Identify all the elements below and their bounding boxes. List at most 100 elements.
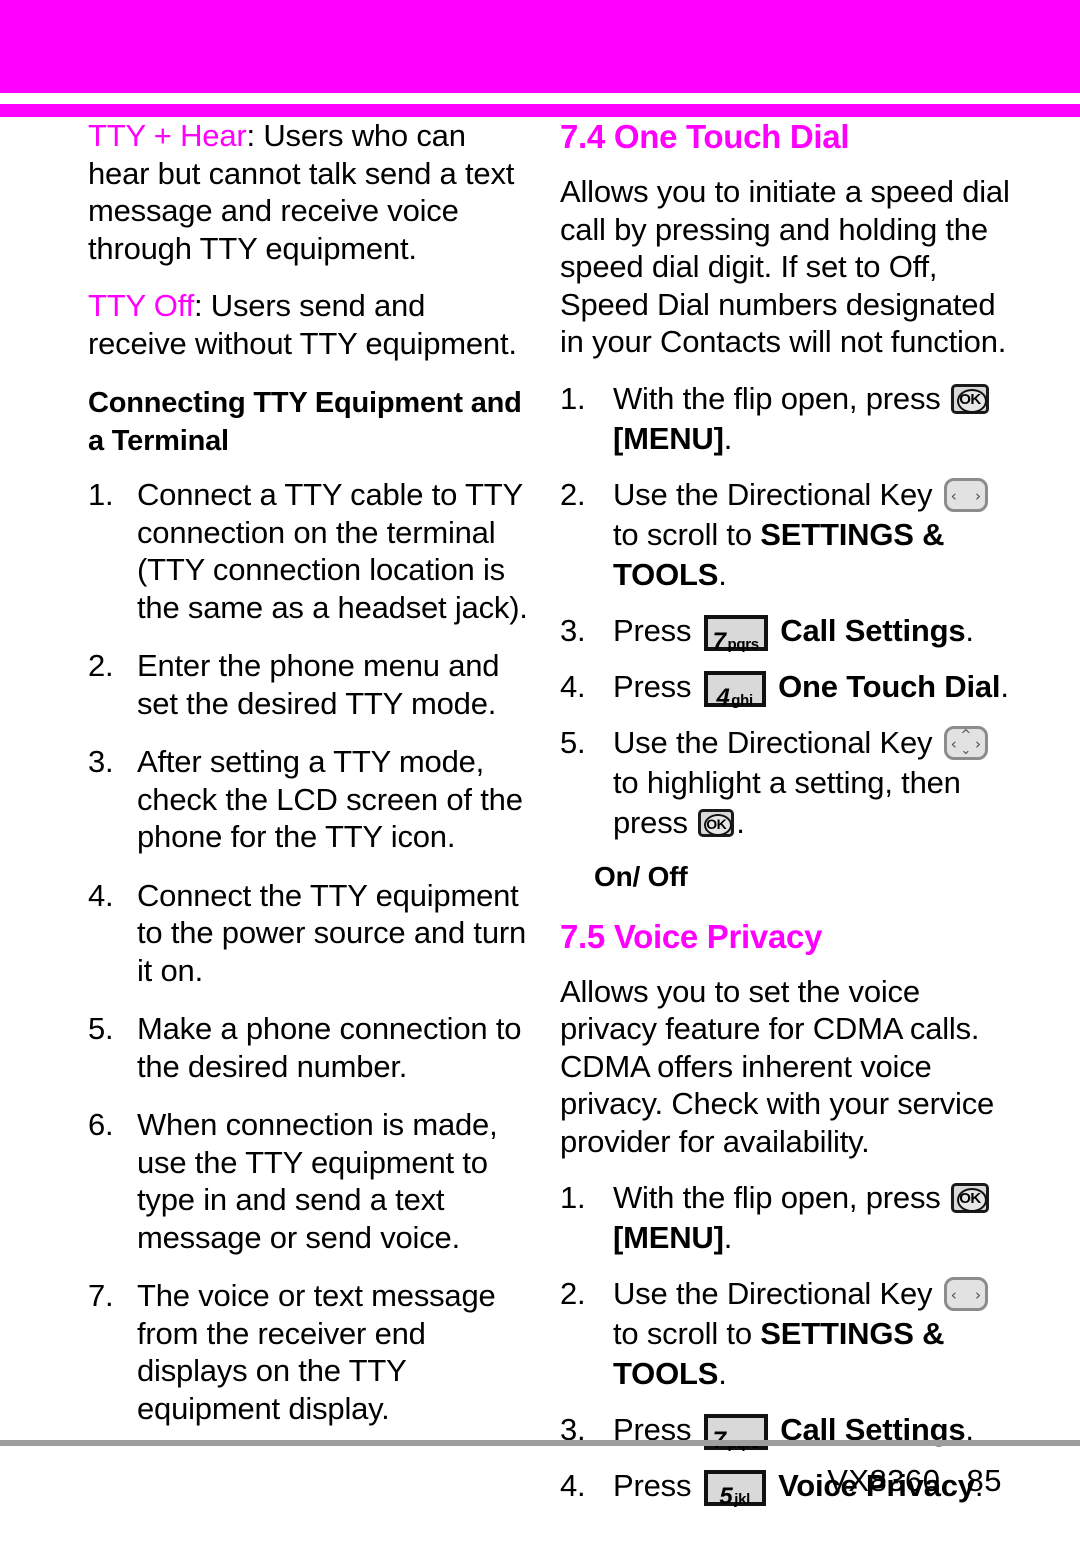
step-tail: . <box>736 804 745 840</box>
step-number: 1. <box>560 1180 586 1215</box>
step-number: 1. <box>560 380 586 416</box>
right-column: 7.4 One Touch Dial Allows you to initiat… <box>560 117 1010 1522</box>
chevron-down-icon: ⌄ <box>960 742 972 758</box>
voice-privacy-steps: 1. With the flip open, press OK [MENU]. 2… <box>560 1178 1010 1510</box>
step-text: Press <box>613 612 692 648</box>
directional-key-left-right-icon[interactable]: ‹ › <box>943 1277 988 1311</box>
step-text: Press <box>613 1468 692 1503</box>
step-text: When connection is made, use the TTY equ… <box>137 1107 498 1255</box>
list-item: 7. The voice or text message from the rec… <box>88 1277 528 1427</box>
header-accent-rule <box>0 104 1080 117</box>
numeric-key-digit: 7 <box>712 627 726 655</box>
chevron-right-icon: › <box>974 1286 981 1304</box>
ok-key-label: OK <box>959 390 981 408</box>
step-bold-menu: [MENU] <box>613 1220 724 1255</box>
ok-key-icon[interactable]: OK <box>950 383 989 414</box>
step-number: 6. <box>88 1107 114 1142</box>
keyword-tty-off: TTY Off <box>88 288 194 323</box>
chevron-right-icon: › <box>974 486 981 505</box>
section-heading-voice-privacy: 7.5 Voice Privacy <box>560 917 823 955</box>
keyword-tty-hear: TTY + Hear <box>88 118 247 153</box>
step-text: With the flip open, press <box>613 1180 941 1215</box>
numeric-key-7-icon[interactable]: 7pqrs <box>703 614 768 655</box>
step-number: 4. <box>88 877 114 913</box>
step-number: 2. <box>88 648 114 683</box>
step-text: Use the Directional Key <box>613 1276 933 1311</box>
step-text-2: to scroll to <box>613 1316 752 1351</box>
step-number: 3. <box>88 744 114 779</box>
subheading-connecting-tty: Connecting TTY Equipment and a Terminal <box>88 387 522 457</box>
step-text: Press <box>613 668 692 704</box>
step-text: With the flip open, press <box>613 380 941 416</box>
step-number: 7. <box>88 1278 114 1313</box>
numeric-key-5-icon[interactable]: 5 jkl <box>703 1470 766 1510</box>
step-text: After setting a TTY mode, check the LCD … <box>137 744 523 854</box>
chevron-up-icon: ^ <box>960 727 972 743</box>
step-text: Connect the TTY equipment to the power s… <box>137 877 527 988</box>
step-tail: . <box>723 420 733 456</box>
ok-key-label: OK <box>959 1190 981 1207</box>
chevron-left-icon: ‹ <box>950 1286 957 1304</box>
list-item: 5. Make a phone connection to the desired… <box>88 1010 528 1085</box>
chevron-left-icon: ‹ <box>950 486 957 505</box>
ok-key-icon[interactable]: OK <box>698 808 735 837</box>
step-number: 4. <box>560 1468 586 1503</box>
numeric-key-4-icon[interactable]: 4 ghi <box>703 670 766 711</box>
step-number: 2. <box>560 476 586 512</box>
section-body-voice-privacy: Allows you to set the voice privacy feat… <box>560 973 995 1159</box>
step-text: Use the Directional Key <box>613 476 933 512</box>
step-text: Enter the phone menu and set the desired… <box>137 648 500 721</box>
ok-key-icon[interactable]: OK <box>950 1183 989 1213</box>
footer-model: VX8360 <box>827 1463 941 1498</box>
list-item: 6. When connection is made, use the TTY e… <box>88 1106 528 1256</box>
ok-key-label: OK <box>706 815 727 832</box>
list-item: 2. Use the Directional Key ‹ › to scroll t… <box>560 1274 1010 1394</box>
step-bold-one-touch-dial: One Touch Dial <box>778 668 1001 704</box>
step-text: Make a phone connection to the desired n… <box>137 1011 522 1084</box>
numeric-key-letters: pqrs <box>727 635 760 653</box>
numeric-key-digit: 5 <box>719 1483 733 1510</box>
step-number: 3. <box>560 612 586 648</box>
step-tail: . <box>718 1356 727 1391</box>
numeric-key-digit: 4 <box>716 683 730 711</box>
directional-key-left-right-icon[interactable]: ‹ › <box>943 477 988 512</box>
section-body-one-touch-dial: Allows you to initiate a speed dial call… <box>560 174 1010 359</box>
paragraph-tty-hear: TTY + Hear: Users who can hear but canno… <box>88 117 528 267</box>
list-item: 1. With the flip open, press OK [MENU]. <box>560 1178 1010 1258</box>
header-accent-band <box>0 0 1080 93</box>
step-tail: . <box>723 1220 733 1255</box>
step-number: 1. <box>88 477 114 512</box>
left-steps-list: 1. Connect a TTY cable to TTY connection … <box>88 476 528 1427</box>
step-number: 4. <box>560 668 586 704</box>
step-text-2: to scroll to <box>613 516 752 552</box>
step-text-2: to highlight a setting, then press <box>613 764 961 840</box>
list-item: 1. With the flip open, press OK [MENU]. <box>560 379 1010 459</box>
page-number: 85 <box>966 1463 1002 1498</box>
step-text: Use the Directional Key <box>613 724 933 760</box>
list-item: 2. Use the Directional Key ‹ › to scroll t… <box>560 475 1010 595</box>
list-item: 2. Enter the phone menu and set the desir… <box>88 647 528 722</box>
one-touch-dial-steps: 1. With the flip open, press OK [MENU]. 2… <box>560 379 1010 843</box>
step-text: The voice or text message from the recei… <box>137 1278 496 1426</box>
directional-key-four-way-icon[interactable]: ‹ › ^ ⌄ <box>943 725 988 760</box>
step-tail: . <box>965 612 974 648</box>
list-item: 4. Press 4 ghi One Touch Dial. <box>560 667 1010 711</box>
minor-heading-on-off: On/ Off <box>594 860 688 892</box>
section-heading-one-touch-dial: 7.4 One Touch Dial <box>560 118 850 155</box>
list-item: 5. Use the Directional Key ‹ › ^ ⌄ to highli… <box>560 723 1010 843</box>
step-tail: . <box>1000 668 1009 704</box>
list-item: 3. After setting a TTY mode, check the LC… <box>88 743 528 856</box>
footer: VX8360 85 <box>827 1462 1002 1500</box>
paragraph-tty-off: TTY Off: Users send and receive without … <box>88 287 528 362</box>
list-item: 1. Connect a TTY cable to TTY connection … <box>88 476 528 626</box>
step-number: 2. <box>560 1276 586 1311</box>
step-text: Connect a TTY cable to TTY connection on… <box>137 477 528 625</box>
chevron-left-icon: ‹ <box>950 734 957 753</box>
footer-divider <box>0 1440 1080 1446</box>
page-content: TTY + Hear: Users who can hear but canno… <box>0 117 1080 1510</box>
chevron-right-icon: › <box>974 734 981 753</box>
numeric-key-letters: ghi <box>731 691 753 709</box>
step-tail: . <box>718 556 727 592</box>
numeric-key-letters: jkl <box>734 1491 750 1508</box>
list-item: 3. Press 7pqrs Call Settings. <box>560 611 1010 655</box>
